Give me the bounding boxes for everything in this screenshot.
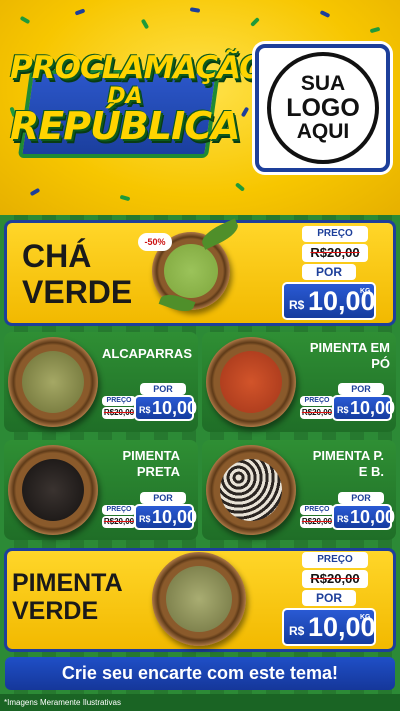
header-banner: PROCLAMAÇÃO DA REPÚBLICA SUA LOGO AQUI (0, 0, 400, 215)
price-value: 10,00 (350, 398, 396, 418)
current-price: R$ 10,00 KG (282, 608, 376, 646)
preco-label: PREÇO (102, 505, 136, 515)
confetti (189, 7, 201, 13)
confetti (234, 182, 246, 192)
product-name: PIMENTA PRETA (122, 448, 180, 479)
confetti (74, 8, 86, 16)
old-price: R$20,00 (302, 570, 368, 588)
preco-label: PREÇO (302, 226, 368, 242)
currency: R$ (139, 514, 151, 524)
logo-line-3: AQUI (296, 120, 350, 144)
currency: R$ (289, 624, 305, 638)
current-price: R$ 10,00 (332, 395, 396, 421)
price-value: 10,00 (152, 507, 198, 527)
por-label: POR (140, 492, 186, 504)
old-price: R$20,00 (102, 516, 136, 528)
confetti (140, 18, 150, 30)
old-price: R$20,00 (300, 516, 334, 528)
cta-banner[interactable]: Crie seu encarte com este tema! (5, 657, 395, 690)
preco-label: PREÇO (300, 505, 334, 515)
unit: KG (360, 288, 371, 295)
logo-line-1: SUA (300, 71, 346, 95)
disclaimer: *Imagens Meramente Ilustrativas (0, 694, 400, 711)
product-name: PIMENTA P. E B. (312, 448, 384, 479)
price-value: 10,00 (152, 398, 198, 418)
discount-badge: -50% (138, 233, 172, 251)
confetti (369, 26, 381, 34)
price-value: 10,00 (350, 507, 396, 527)
product-name-line-1: CHÁ (22, 238, 92, 274)
por-label: POR (140, 383, 186, 395)
preco-label: PREÇO (300, 396, 334, 406)
por-label: POR (302, 590, 356, 606)
logo-line-2: LOGO (286, 93, 360, 122)
product-image-pimenta-preta (8, 445, 98, 535)
unit: KG (360, 614, 371, 621)
confetti (29, 187, 41, 197)
currency: R$ (337, 514, 349, 524)
confetti (119, 194, 131, 202)
por-label: POR (338, 492, 384, 504)
logo-circle: SUA LOGO AQUI (267, 52, 379, 164)
campaign-title: PROCLAMAÇÃO DA REPÚBLICA (10, 40, 265, 180)
preco-label: PREÇO (302, 552, 368, 568)
confetti (19, 15, 31, 25)
product-image-alcaparras (8, 337, 98, 427)
title-line-3: REPÚBLICA (10, 104, 241, 148)
current-price: R$ 10,00 (134, 504, 198, 530)
confetti (319, 10, 331, 18)
currency: R$ (289, 298, 305, 312)
product-name-line-2: VERDE (12, 597, 99, 625)
product-image-pimenta-verde (152, 552, 246, 646)
por-label: POR (302, 264, 356, 280)
current-price: R$ 10,00 (332, 504, 396, 530)
product-image-pimenta-p-e-b (206, 445, 296, 535)
confetti (250, 17, 260, 27)
logo-placeholder[interactable]: SUA LOGO AQUI (255, 44, 390, 172)
product-name: ALCAPARRAS (101, 346, 192, 361)
currency: R$ (337, 405, 349, 415)
por-label: POR (338, 383, 384, 395)
product-name-line-1: PIMENTA (12, 569, 123, 597)
product-name-line-2: VERDE (22, 274, 133, 310)
product-name: PIMENTA EM PÓ (309, 340, 390, 371)
current-price: R$ 10,00 KG (282, 282, 376, 320)
currency: R$ (139, 405, 151, 415)
title-line-1: PROCLAMAÇÃO (10, 50, 265, 86)
old-price: R$20,00 (300, 407, 334, 419)
product-image-pimenta-em-po (206, 337, 296, 427)
preco-label: PREÇO (102, 396, 136, 406)
current-price: R$ 10,00 (134, 395, 198, 421)
old-price: R$20,00 (102, 407, 136, 419)
old-price: R$20,00 (302, 244, 368, 262)
confetti (240, 106, 250, 118)
